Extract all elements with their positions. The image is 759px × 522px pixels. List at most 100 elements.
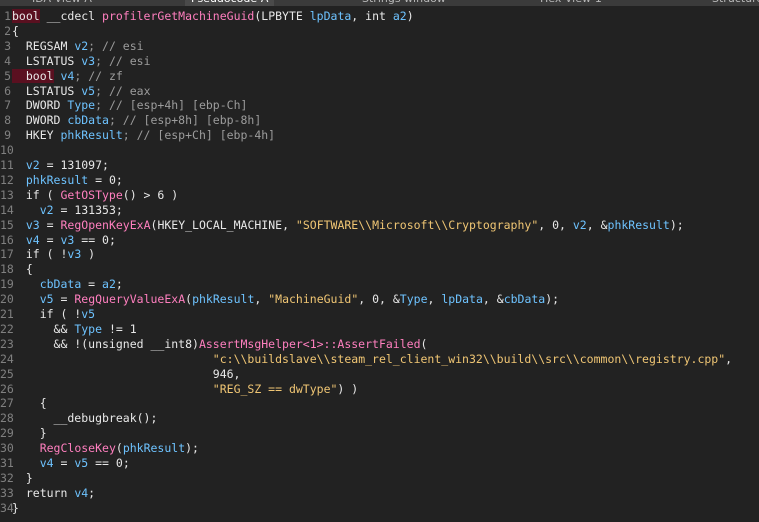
code-line[interactable]: 26 "REG_SZ == dwType") ) [0, 382, 759, 397]
code-line[interactable]: 23 && !(unsigned __int8)AssertMsgHelper<… [0, 337, 759, 352]
code-text: v4 = v3 == 0; [12, 233, 116, 248]
code-line[interactable]: 29 } [0, 426, 759, 441]
code-line[interactable]: 12 phkResult = 0; [0, 173, 759, 188]
code-token: DWORD [12, 113, 68, 128]
code-line[interactable]: 16 v4 = v3 == 0; [0, 233, 759, 248]
code-token: RegOpenKeyExA [60, 217, 151, 232]
code-text: cbData = a2; [12, 277, 123, 292]
code-line[interactable]: 22 && Type != 1 [0, 322, 759, 337]
code-token: ; // [74, 68, 109, 83]
line-number: 34 [0, 500, 14, 515]
code-token: DWORD [12, 98, 68, 113]
code-text: if ( !v3 ) [12, 247, 95, 262]
code-line[interactable]: 4 LSTATUS v3; // esi [0, 54, 759, 69]
code-text: v5 = RegQueryValueExA(phkResult, "Machin… [12, 292, 559, 307]
code-text: bool __cdecl profilerGetMachineGuid(LPBY… [12, 9, 414, 24]
code-text: if ( !v5 [12, 307, 95, 322]
line-number: 15 [0, 217, 14, 232]
code-line[interactable]: 18 { [0, 262, 759, 277]
code-line[interactable]: 8 DWORD cbData; // [esp+8h] [ebp-8h] [0, 113, 759, 128]
code-token: v4 [74, 485, 89, 500]
code-token: a2 [392, 9, 407, 23]
code-line[interactable]: 20 v5 = RegQueryValueExA(phkResult, "Mac… [0, 292, 759, 307]
code-token: , [427, 292, 442, 307]
code-line[interactable]: 28 __debugbreak(); [0, 411, 759, 426]
code-line[interactable]: 10 [0, 143, 759, 158]
code-text: && Type != 1 [12, 322, 137, 337]
code-line[interactable]: 11 v2 = 131097; [0, 158, 759, 173]
code-token: v4 [39, 456, 54, 470]
line-number: 4 [4, 53, 11, 68]
code-line[interactable]: 17 if ( !v3 ) [0, 247, 759, 262]
code-token: = [81, 277, 103, 292]
code-line[interactable]: 33 return v4; [0, 486, 759, 501]
line-number: 2 [4, 23, 11, 38]
code-line[interactable]: 5 bool v4; // zf [0, 68, 759, 84]
code-token: } [12, 426, 47, 441]
code-token: a2 [102, 277, 116, 292]
code-token: zf [108, 68, 123, 83]
line-number: 28 [0, 411, 14, 426]
code-line[interactable]: 14 v2 = 131353; [0, 203, 759, 218]
code-token: , [254, 292, 269, 307]
code-line[interactable]: 34} [0, 501, 759, 516]
code-token: "SOFTWARE\\Microsoft\\Cryptography" [295, 217, 539, 232]
code-token: v5 [39, 292, 54, 307]
line-number: 7 [4, 98, 11, 113]
code-line[interactable]: 15 v3 = RegOpenKeyExA(HKEY_LOCAL_MACHINE… [0, 218, 759, 233]
code-line[interactable]: 2{ [0, 24, 759, 39]
line-number: 31 [0, 456, 14, 470]
code-text: { [12, 24, 19, 39]
code-token: v4 [25, 232, 40, 247]
code-line[interactable]: 31 v4 = v5 == 0; [0, 456, 759, 471]
code-token: = [53, 292, 75, 307]
code-text: bool v4; // zf [12, 68, 123, 84]
code-line[interactable]: 27 { [0, 396, 759, 411]
pseudocode-editor[interactable]: 1 bool __cdecl profilerGetMachineGuid(LPB… [0, 6, 759, 522]
code-token: } [12, 470, 33, 485]
code-line[interactable]: 6 LSTATUS v5; // eax [0, 84, 759, 99]
line-number: 25 [0, 366, 14, 381]
code-text: } [12, 471, 33, 486]
code-line[interactable]: 32 } [0, 471, 759, 486]
code-token: == 0; [88, 456, 130, 470]
code-token: v3 [67, 247, 82, 262]
code-line[interactable]: 1 bool __cdecl profilerGetMachineGuid(LPB… [0, 9, 759, 24]
code-token: bool [12, 9, 40, 23]
code-token: REGSAM [12, 38, 75, 53]
code-line[interactable]: 13 if ( GetOSType() > 6 ) [0, 188, 759, 203]
code-token: && [12, 321, 75, 336]
code-token: cbData [67, 113, 109, 128]
code-token: v2 [572, 217, 587, 232]
code-token: v3 [25, 217, 40, 232]
code-line[interactable]: 7 DWORD Type; // [esp+4h] [ebp-Ch] [0, 98, 759, 113]
code-token: v5 [81, 307, 96, 321]
code-token: LSTATUS [12, 83, 82, 98]
code-line[interactable]: 3 REGSAM v2; // esi [0, 39, 759, 54]
code-text: v4 = v5 == 0; [12, 456, 130, 471]
line-number: 21 [0, 307, 14, 321]
code-line[interactable]: 19 cbData = a2; [0, 277, 759, 292]
code-text: } [12, 501, 19, 516]
code-line[interactable]: 30 RegCloseKey(phkResult); [0, 441, 759, 456]
code-line[interactable]: 9 HKEY phkResult; // [esp+Ch] [ebp-4h] [0, 128, 759, 143]
code-token: ; [88, 485, 96, 500]
code-token: "MachineGuid" [268, 292, 359, 307]
code-token: { [12, 396, 47, 411]
code-token: = [39, 217, 61, 232]
code-line[interactable]: 25 946, [0, 367, 759, 382]
code-line[interactable]: 21 if ( !v5 [0, 307, 759, 322]
code-text: "REG_SZ == dwType") ) [12, 382, 358, 397]
code-token: ); [669, 217, 684, 232]
code-line[interactable]: 24 "c:\\buildslave\\steam_rel_client_win… [0, 352, 759, 367]
code-token: bool [12, 68, 54, 83]
line-number: 3 [4, 38, 11, 53]
code-token: v4 [60, 68, 75, 83]
code-token: , int [351, 9, 393, 23]
code-token: v3 [81, 53, 96, 68]
